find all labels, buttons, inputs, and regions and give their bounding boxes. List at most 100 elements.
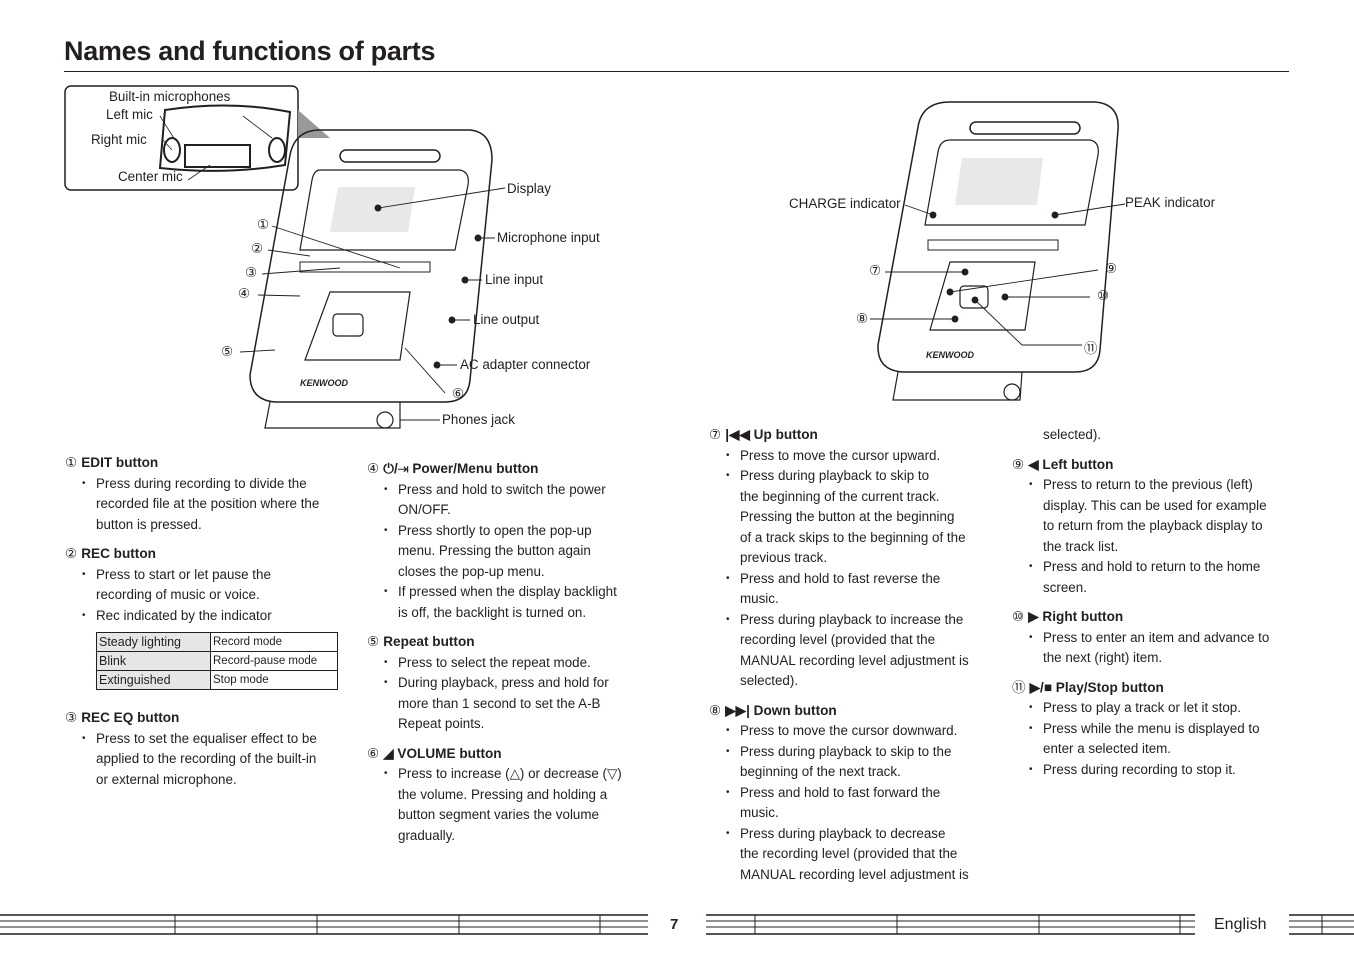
section-number: ⑪ — [1012, 679, 1026, 695]
callout-number-6: ⑥ — [452, 386, 465, 401]
section-volume-button: ⑥◢ VOLUME button Press to increase (△) o… — [367, 744, 657, 847]
continued-text: selected). — [1043, 427, 1102, 442]
section-left-button: ⑨◀ Left button Press to return to the pr… — [1012, 455, 1302, 599]
bullet: If pressed when the display backlight is… — [367, 582, 657, 623]
callout-number-7: ⑦ — [869, 263, 882, 278]
inset-label-left-mic: Left mic — [106, 107, 153, 122]
column-2: ④⏻/⇥ Power/Menu button Press and hold to… — [367, 459, 657, 855]
column-3: ⑦|◀◀ Up button Press to move the cursor … — [709, 425, 999, 894]
table-cell: Stop mode — [210, 670, 338, 690]
bullet: Press shortly to open the pop-up menu. P… — [367, 521, 657, 583]
callout-phones-jack: Phones jack — [442, 412, 515, 427]
section-up-button: ⑦|◀◀ Up button Press to move the cursor … — [709, 425, 999, 692]
section-right-button: ⑩▶ Right button Press to enter an item a… — [1012, 607, 1302, 669]
callout-ac-adapter: AC adapter connector — [460, 357, 591, 372]
section-number: ⑨ — [1012, 456, 1025, 472]
section-number: ① — [65, 455, 78, 470]
section-title: Repeat button — [383, 634, 475, 649]
section-number: ④ — [367, 461, 380, 476]
section-number: ⑧ — [709, 702, 722, 718]
bullet: Press and hold to fast forward the music… — [709, 783, 999, 824]
table-row: Blink Record-pause mode — [96, 651, 338, 671]
section-title: EDIT button — [81, 455, 159, 470]
section-down-button: ⑧▶▶| Down button Press to move the curso… — [709, 701, 999, 886]
callout-number-8: ⑧ — [856, 311, 869, 326]
bullet: Press to select the repeat mode. — [367, 653, 657, 674]
bullet: Press to move the cursor upward. — [709, 446, 999, 467]
callout-charge-indicator: CHARGE indicator — [789, 196, 901, 211]
bullet: Press during playback to skip to the beg… — [709, 466, 999, 569]
section-rec-button: ②REC button Press to start or let pause … — [65, 544, 355, 690]
callout-microphone-input: Microphone input — [497, 230, 600, 245]
bullet: Press to enter an item and advance to th… — [1012, 628, 1302, 669]
inset-label-center-mic: Center mic — [118, 169, 183, 184]
section-number: ⑤ — [367, 634, 380, 649]
callout-peak-indicator: PEAK indicator — [1125, 195, 1216, 210]
bullet: Press during recording to stop it. — [1012, 760, 1302, 781]
section-title: ◢ VOLUME button — [383, 745, 502, 761]
section-rec-eq-button: ③REC EQ button Press to set the equalise… — [65, 708, 355, 790]
table-cell: Blink — [96, 651, 211, 671]
section-number: ⑥ — [367, 745, 380, 761]
bullet: Press during playback to decrease the re… — [709, 824, 999, 886]
table-cell: Record-pause mode — [210, 651, 338, 671]
section-title: |◀◀ Up button — [725, 427, 818, 442]
bullet: During playback, press and hold for more… — [367, 673, 657, 735]
section-power-menu-button: ④⏻/⇥ Power/Menu button Press and hold to… — [367, 459, 657, 623]
section-play-stop-button: ⑪▶/■ Play/Stop button Press to play a tr… — [1012, 678, 1302, 781]
bullet: Press and hold to return to the home scr… — [1012, 557, 1302, 598]
callout-display: Display — [507, 181, 551, 196]
bullet: Press to move the cursor downward. — [709, 721, 999, 742]
callout-number-9: ⑨ — [1105, 261, 1118, 276]
bullet: Press to return to the previous (left) d… — [1012, 475, 1302, 557]
section-title: REC EQ button — [81, 710, 180, 725]
callout-line-output: Line output — [473, 312, 540, 327]
bullet: Press to set the equaliser effect to be … — [65, 729, 355, 791]
callout-number-11: ⑪ — [1084, 341, 1098, 356]
section-number: ⑦ — [709, 427, 722, 442]
table-cell: Extinguished — [96, 670, 211, 690]
table-cell: Record mode — [210, 632, 338, 652]
callout-line-input: Line input — [485, 272, 544, 287]
section-title: ▶ Right button — [1028, 609, 1124, 624]
right-device: KENWOOD — [877, 101, 1119, 401]
indicator-table: Steady lighting Record mode Blink Record-p… — [96, 632, 338, 690]
section-title: ▶▶| Down button — [725, 702, 837, 718]
section-edit-button: ①EDIT button Press during recording to d… — [65, 453, 355, 535]
bullet: Press during playback to increase the re… — [709, 610, 999, 692]
bullet: Press while the menu is displayed to ent… — [1012, 719, 1302, 760]
brand-logo: KENWOOD — [300, 378, 348, 388]
section-title: ⏻/⇥ Power/Menu button — [383, 461, 539, 476]
bullet: Rec indicated by the indicator — [65, 606, 355, 627]
table-cell: Steady lighting — [96, 632, 211, 652]
callout-number-3: ③ — [245, 265, 258, 280]
bullet: Press to increase (△) or decrease (▽) th… — [367, 764, 657, 846]
bullet: Press to play a track or let it stop. — [1012, 698, 1302, 719]
callout-number-1: ① — [257, 217, 270, 232]
callout-number-2: ② — [251, 241, 264, 256]
callout-number-5: ⑤ — [221, 344, 234, 359]
section-number: ③ — [65, 710, 78, 725]
table-row: Steady lighting Record mode — [96, 632, 338, 652]
bullet: Press and hold to switch the power ON/OF… — [367, 480, 657, 521]
callout-number-10: ⑩ — [1097, 288, 1110, 303]
column-1: ①EDIT button Press during recording to d… — [65, 453, 355, 799]
section-number: ② — [65, 546, 78, 561]
brand-logo-right: KENWOOD — [926, 350, 974, 360]
page-number: 7 — [670, 916, 679, 933]
callout-number-4: ④ — [238, 286, 251, 301]
inset-label-built-in-mics: Built-in microphones — [109, 89, 231, 104]
bullet: Press to start or let pause the recordin… — [65, 565, 355, 606]
section-down-continuation: selected). — [1012, 425, 1302, 446]
bullet: Press during playback to skip to the beg… — [709, 742, 999, 783]
section-repeat-button: ⑤Repeat button Press to select the repea… — [367, 632, 657, 735]
language-label: English — [1214, 916, 1267, 933]
bullet: Press and hold to fast reverse the music… — [709, 569, 999, 610]
inset-label-right-mic: Right mic — [91, 132, 147, 147]
section-title: ◀ Left button — [1028, 456, 1114, 472]
section-title: ▶/■ Play/Stop button — [1029, 679, 1164, 695]
left-device: KENWOOD — [249, 129, 493, 429]
section-title: REC button — [81, 546, 156, 561]
section-number: ⑩ — [1012, 609, 1025, 624]
column-4: selected). ⑨◀ Left button Press to retur… — [1012, 425, 1302, 789]
